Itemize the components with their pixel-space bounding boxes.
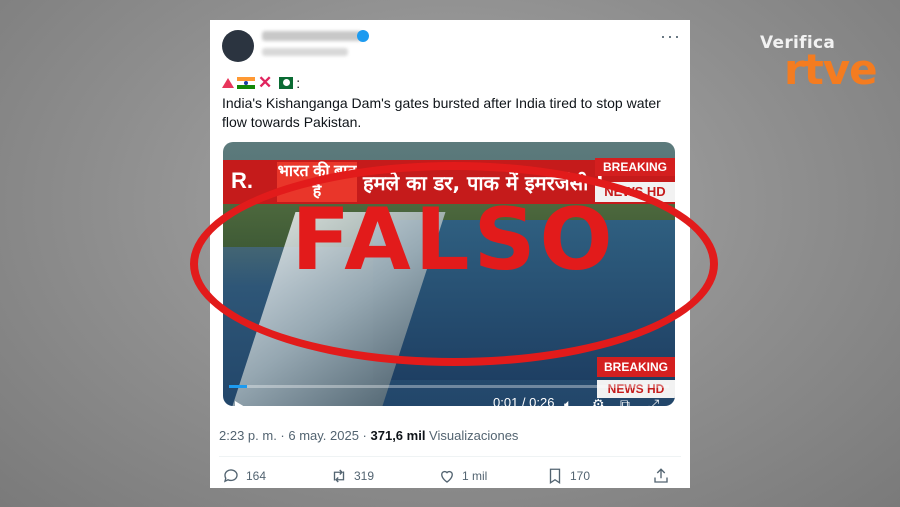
- heart-icon: [441, 470, 453, 483]
- action-bar: 164 319 1 mil 170: [222, 467, 678, 487]
- settings-icon[interactable]: ⚙︎: [592, 396, 605, 406]
- reply-icon: [223, 469, 238, 483]
- india-flag-icon: [237, 77, 255, 89]
- news-hd-tag-bottom: NEWS HD: [597, 380, 675, 398]
- video-time: 0:01 / 0:26: [493, 395, 555, 406]
- reply-count: 164: [246, 469, 267, 483]
- stamp-text: FALSO: [291, 190, 617, 290]
- bookmark-icon: [549, 468, 561, 485]
- pakistan-flag-icon: [275, 77, 294, 89]
- avatar[interactable]: [222, 30, 254, 62]
- tweet-meta: 2:23 p. m. · 6 may. 2025 · 371,6 mil Vis…: [219, 428, 518, 443]
- tweet-text: India's Kishanganga Dam's gates bursted …: [222, 95, 661, 130]
- views-label: Visualizaciones: [425, 428, 519, 443]
- repost-button[interactable]: 319: [330, 467, 374, 485]
- verifica-rtve-logo: Verifica rtve: [760, 33, 880, 94]
- share-button[interactable]: [652, 467, 670, 485]
- falso-stamp: FALSO: [190, 162, 718, 366]
- like-count: 1 mil: [462, 469, 488, 483]
- reply-button[interactable]: 164: [222, 467, 266, 485]
- bookmark-count: 170: [570, 469, 591, 483]
- video-progress-fill: [229, 385, 247, 388]
- fullscreen-icon[interactable]: ⤢: [648, 396, 659, 406]
- views-count: 371,6 mil: [370, 428, 426, 443]
- verified-badge-icon: [357, 30, 369, 42]
- cross-mark-icon: ✕: [258, 73, 273, 92]
- bookmark-button[interactable]: 170: [546, 467, 590, 485]
- more-options-icon[interactable]: ···: [660, 26, 681, 47]
- timestamp[interactable]: 2:23 p. m. · 6 may. 2025 ·: [219, 428, 371, 443]
- volume-icon[interactable]: 🔈︎: [564, 396, 572, 406]
- share-icon: [654, 468, 668, 483]
- pip-icon[interactable]: ⧉: [620, 396, 630, 406]
- divider: [219, 456, 681, 457]
- user-name-blurred[interactable]: [262, 31, 362, 41]
- like-button[interactable]: 1 mil: [438, 467, 487, 485]
- emoji-line: ✕ :: [222, 73, 300, 92]
- user-handle-blurred[interactable]: [262, 48, 348, 56]
- play-icon[interactable]: [235, 401, 245, 406]
- brand-rtve: rtve: [784, 45, 878, 94]
- repost-count: 319: [354, 469, 375, 483]
- video-progress-bar[interactable]: [229, 385, 669, 388]
- red-triangle-icon: [222, 78, 234, 88]
- repost-icon: [333, 469, 345, 483]
